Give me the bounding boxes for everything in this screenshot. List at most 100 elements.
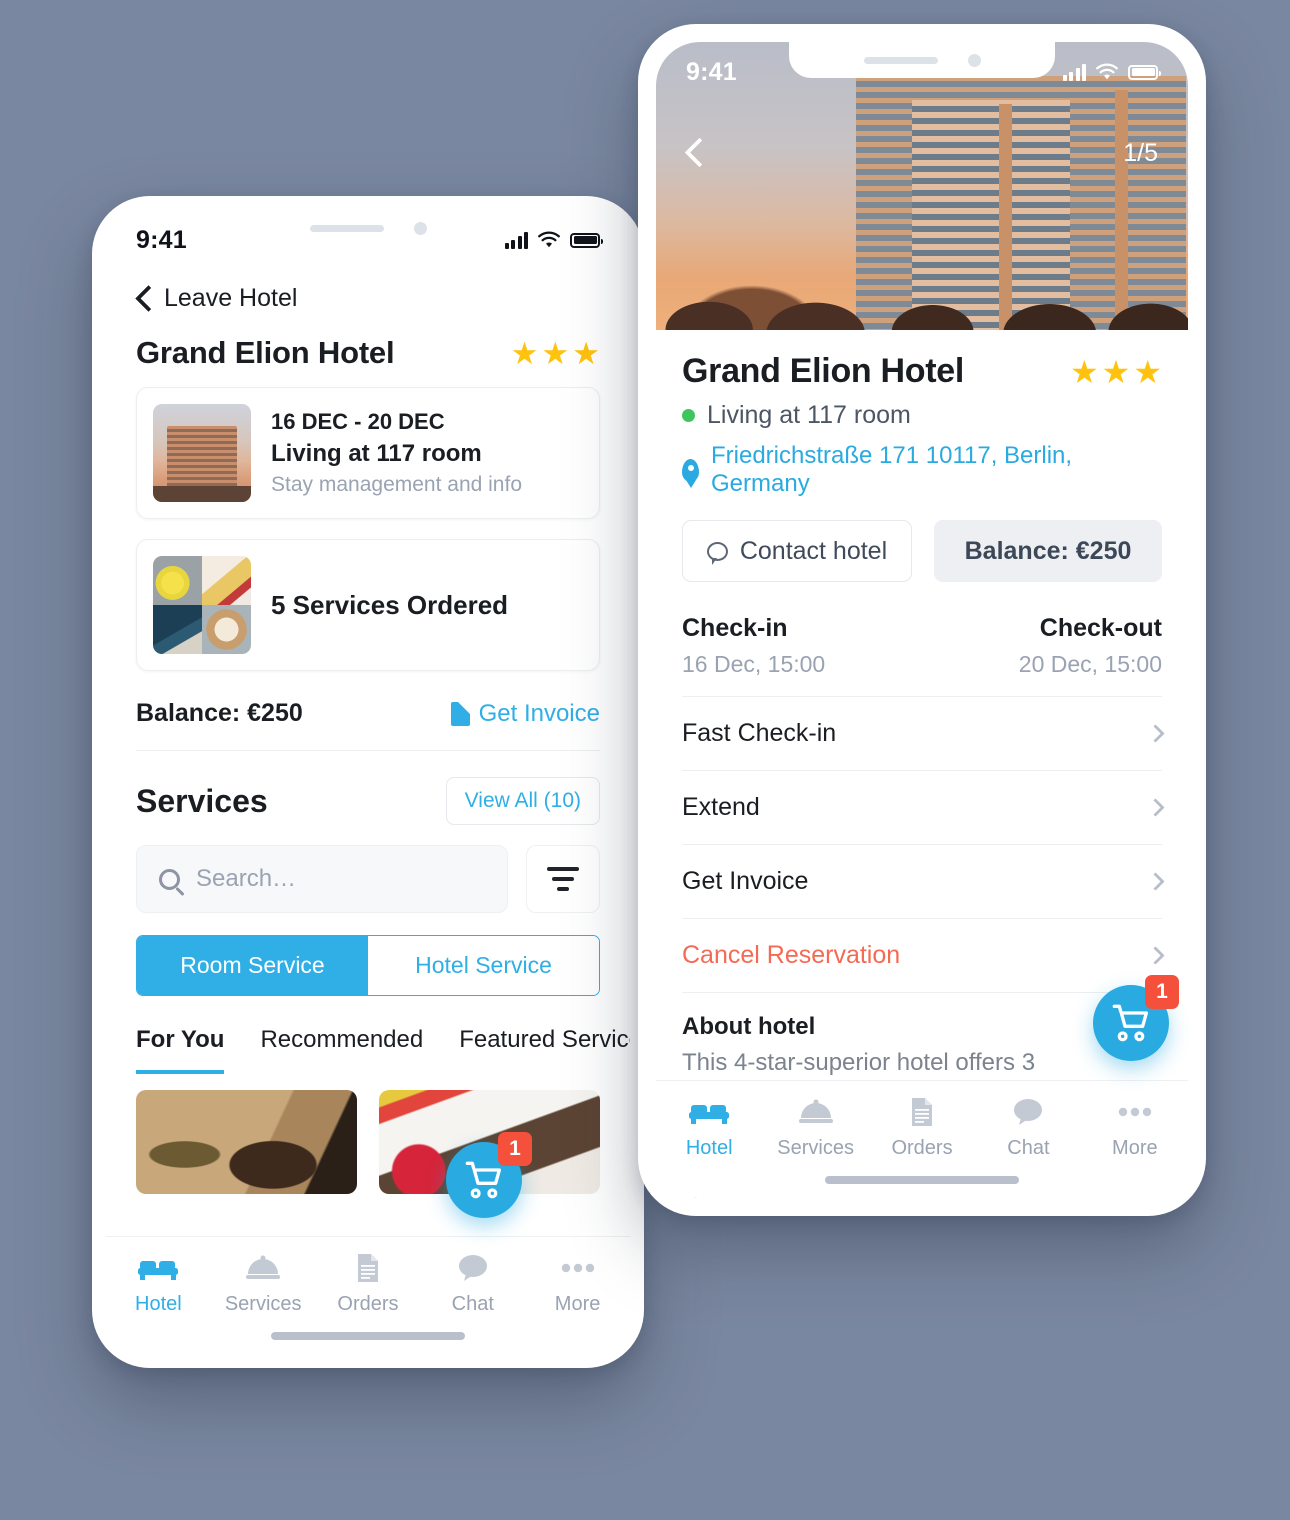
filter-icon-bar bbox=[557, 887, 569, 891]
nav-label-services: Services bbox=[224, 1293, 302, 1315]
collage-tile-latte bbox=[202, 605, 251, 654]
back-chevron-icon[interactable] bbox=[686, 138, 703, 168]
tab-featured-services[interactable]: Featured Services bbox=[459, 1026, 630, 1074]
sidebar-item-more[interactable]: More bbox=[1082, 1095, 1188, 1160]
battery-icon bbox=[570, 232, 603, 248]
segment-room-service[interactable]: Room Service bbox=[137, 936, 368, 995]
front-camera bbox=[967, 53, 981, 67]
menu-label: Fast Check-in bbox=[682, 719, 837, 747]
view-all-button[interactable]: View All (10) bbox=[445, 777, 600, 825]
chevron-right-icon bbox=[1146, 724, 1165, 743]
menu-item-get-invoice[interactable]: Get Invoice bbox=[682, 845, 1165, 919]
stay-card[interactable]: 16 DEC - 20 DEC Living at 117 room Stay … bbox=[136, 387, 600, 519]
cart-fab-button-right[interactable]: 1 bbox=[1093, 975, 1179, 1061]
nav-label-hotel: Hotel bbox=[685, 1137, 733, 1159]
tab-recommended[interactable]: Recommended bbox=[260, 1026, 423, 1074]
battery-icon bbox=[1128, 64, 1161, 80]
menu-item-cancel-reservation[interactable]: Cancel Reservation bbox=[682, 919, 1165, 993]
star-rating: ★ ★ ★ bbox=[1070, 356, 1162, 388]
sidebar-item-orders[interactable]: Orders bbox=[869, 1095, 975, 1160]
sidebar-item-services[interactable]: Services bbox=[211, 1251, 316, 1316]
get-invoice-label: Get Invoice bbox=[478, 699, 600, 727]
phone-two-notch bbox=[789, 42, 1055, 78]
star-icon: ★ bbox=[1133, 353, 1162, 390]
get-invoice-link[interactable]: Get Invoice bbox=[450, 699, 600, 728]
phone-one-screen: 9:41 Leave Hotel Grand Elion Hotel ★ ★ ★… bbox=[106, 210, 630, 1354]
shopping-cart-icon bbox=[1112, 1004, 1148, 1042]
stay-card-text: 16 DEC - 20 DEC Living at 117 room Stay … bbox=[271, 409, 522, 497]
chevron-right-icon bbox=[1146, 872, 1165, 891]
status-time: 9:41 bbox=[136, 225, 187, 254]
stay-room: Living at 117 room bbox=[271, 440, 482, 467]
home-indicator bbox=[825, 1176, 1019, 1184]
cart-fab-button-left[interactable]: 1 bbox=[446, 1132, 532, 1218]
document-icon bbox=[356, 1251, 380, 1285]
search-icon bbox=[159, 868, 180, 890]
status-indicators bbox=[1062, 63, 1161, 81]
nav-label-orders: Orders bbox=[891, 1137, 953, 1159]
wifi-icon bbox=[1096, 63, 1118, 80]
balance-button[interactable]: Balance: €250 bbox=[934, 520, 1162, 582]
service-type-segmented-control: Room Service Hotel Service bbox=[136, 935, 600, 996]
hotel-thumbnail-image bbox=[153, 404, 251, 502]
sidebar-item-hotel[interactable]: Hotel bbox=[656, 1095, 762, 1160]
front-camera bbox=[413, 221, 427, 235]
sidebar-item-chat[interactable]: Chat bbox=[420, 1251, 525, 1316]
nav-label-more: More bbox=[554, 1293, 601, 1315]
menu-item-extend[interactable]: Extend bbox=[682, 771, 1165, 845]
earpiece-speaker bbox=[863, 56, 938, 64]
ellipsis-icon bbox=[561, 1251, 595, 1285]
services-ordered-title: 5 Services Ordered bbox=[271, 589, 509, 620]
cart-badge-count: 1 bbox=[1145, 975, 1179, 1009]
sidebar-item-orders[interactable]: Orders bbox=[316, 1251, 421, 1316]
reservation-menu-list: Fast Check-in Extend Get Invoice Cancel … bbox=[682, 696, 1165, 993]
star-rating: ★ ★ ★ bbox=[511, 338, 600, 369]
contact-hotel-button[interactable]: Contact hotel bbox=[682, 520, 912, 582]
filter-button[interactable] bbox=[526, 845, 600, 913]
star-icon: ★ bbox=[510, 335, 539, 371]
nav-label-orders: Orders bbox=[337, 1293, 399, 1315]
about-hotel-heading: About hotel bbox=[682, 1013, 816, 1040]
hotel-title-row: Grand Elion Hotel ★ ★ ★ bbox=[136, 321, 600, 387]
wifi-icon bbox=[538, 231, 560, 248]
living-status-label: Living at 117 room bbox=[707, 401, 911, 429]
chevron-left-icon[interactable] bbox=[136, 286, 151, 312]
palm-trees-image bbox=[656, 238, 1188, 330]
living-status-row: Living at 117 room bbox=[682, 391, 1162, 430]
star-icon: ★ bbox=[541, 335, 570, 371]
status-time: 9:41 bbox=[686, 57, 737, 86]
service-tabs: For You Recommended Featured Services bbox=[136, 1004, 630, 1074]
food-card-steak[interactable] bbox=[136, 1090, 357, 1194]
menu-item-fast-check-in[interactable]: Fast Check-in bbox=[682, 697, 1165, 771]
speech-bubble-icon bbox=[458, 1251, 488, 1285]
nav-title: Leave Hotel bbox=[164, 284, 298, 312]
search-placeholder: Search… bbox=[196, 865, 297, 892]
sidebar-item-chat[interactable]: Chat bbox=[975, 1095, 1081, 1160]
sidebar-item-more[interactable]: More bbox=[525, 1251, 630, 1316]
tab-for-you[interactable]: For You bbox=[136, 1026, 225, 1074]
address-row[interactable]: Friedrichstraße 171 10117, Berlin, Germa… bbox=[682, 430, 1162, 498]
chevron-right-icon bbox=[1146, 946, 1165, 965]
phone-one-content: Leave Hotel Grand Elion Hotel ★ ★ ★ 16 D… bbox=[106, 270, 630, 1194]
cart-badge-count: 1 bbox=[498, 1132, 532, 1166]
menu-label: Extend bbox=[682, 793, 760, 821]
star-icon: ★ bbox=[1069, 353, 1099, 390]
stay-dates: 16 DEC - 20 DEC bbox=[271, 409, 445, 434]
hotel-title-row: Grand Elion Hotel ★ ★ ★ bbox=[682, 330, 1162, 391]
status-dot-icon bbox=[682, 409, 695, 422]
search-input[interactable]: Search… bbox=[136, 845, 508, 913]
star-icon: ★ bbox=[1101, 353, 1131, 390]
segment-hotel-service[interactable]: Hotel Service bbox=[368, 936, 599, 995]
invoice-document-icon bbox=[450, 701, 470, 726]
sidebar-item-services[interactable]: Services bbox=[762, 1095, 868, 1160]
chevron-right-icon bbox=[1146, 798, 1165, 817]
sidebar-item-hotel[interactable]: Hotel bbox=[106, 1251, 211, 1316]
room-service-cloche-icon bbox=[246, 1251, 281, 1285]
services-ordered-card[interactable]: 5 Services Ordered bbox=[136, 539, 600, 671]
earpiece-speaker bbox=[309, 224, 384, 232]
filter-icon-bar bbox=[552, 877, 574, 881]
services-header-row: Services View All (10) bbox=[136, 751, 600, 845]
stay-subtitle: Stay management and info bbox=[271, 473, 522, 496]
leave-hotel-nav[interactable]: Leave Hotel bbox=[136, 270, 600, 321]
nav-label-chat: Chat bbox=[451, 1293, 494, 1315]
